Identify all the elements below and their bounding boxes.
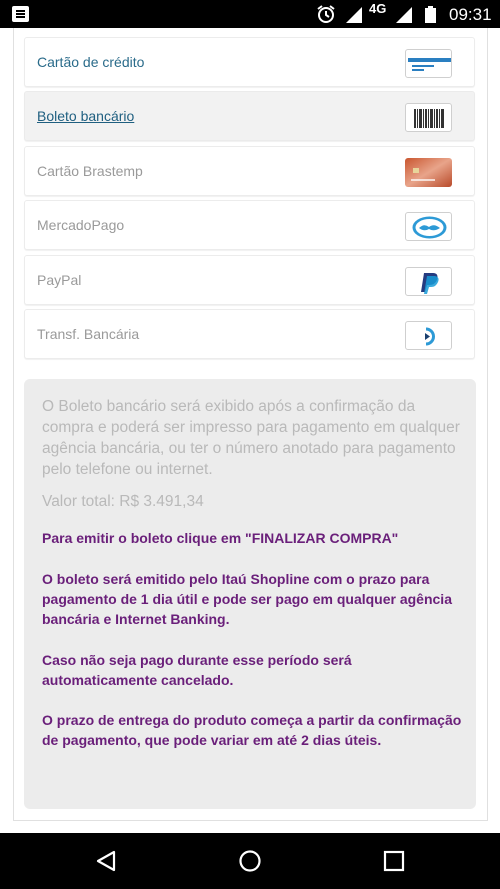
recents-icon[interactable] <box>382 849 406 873</box>
total-value: Valor total: R$ 3.491,34 <box>42 493 204 510</box>
boleto-info-box: O Boleto bancário será exibido após a co… <box>24 379 476 809</box>
payment-option-label[interactable]: Boleto bancário <box>37 108 134 124</box>
payment-option-label: Cartão Brastemp <box>37 163 143 179</box>
back-icon[interactable] <box>94 849 118 873</box>
payment-option-paypal[interactable]: PayPal <box>24 255 475 305</box>
home-icon[interactable] <box>238 849 262 873</box>
credit-card-icon <box>405 49 452 78</box>
alarm-icon <box>317 5 335 23</box>
boleto-issuer-note: O boleto será emitido pelo Itaú Shopline… <box>42 571 452 627</box>
paypal-icon <box>405 267 452 296</box>
boleto-cancel-note: Caso não seja pago durante esse período … <box>42 652 352 688</box>
clock: 09:31 <box>449 5 492 24</box>
boleto-delivery-note: O prazo de entrega do produto começa a p… <box>42 712 462 748</box>
payment-option-label: Transf. Bancária <box>37 326 140 342</box>
notification-icon <box>12 6 29 22</box>
payment-option-mercadopago[interactable]: MercadoPago <box>24 200 475 250</box>
boleto-instruction: Para emitir o boleto clique em "FINALIZA… <box>42 530 399 546</box>
navigation-bar <box>0 833 500 889</box>
signal-strength-icon <box>396 7 412 23</box>
payment-option-boleto[interactable]: Boleto bancário <box>24 91 475 141</box>
bank-transfer-icon <box>405 321 452 350</box>
brastemp-card-icon <box>405 158 452 187</box>
signal-icon <box>346 7 362 23</box>
battery-icon <box>425 6 436 23</box>
boleto-description: O Boleto bancário será exibido após a co… <box>42 398 460 478</box>
payment-option-brastemp-card[interactable]: Cartão Brastemp <box>24 146 475 196</box>
checkout-content[interactable]: Cartão de crédito Boleto bancário Cartão… <box>0 28 500 833</box>
mercadopago-icon <box>405 212 452 241</box>
barcode-icon <box>405 103 452 132</box>
payment-option-credit-card[interactable]: Cartão de crédito <box>24 37 475 87</box>
payment-option-bank-transfer[interactable]: Transf. Bancária <box>24 309 475 359</box>
payment-option-label: PayPal <box>37 272 82 288</box>
payment-option-label: MercadoPago <box>37 217 125 233</box>
status-bar: 4G 09:31 <box>0 0 500 28</box>
payment-option-label: Cartão de crédito <box>37 54 145 70</box>
network-type: 4G <box>369 1 387 16</box>
